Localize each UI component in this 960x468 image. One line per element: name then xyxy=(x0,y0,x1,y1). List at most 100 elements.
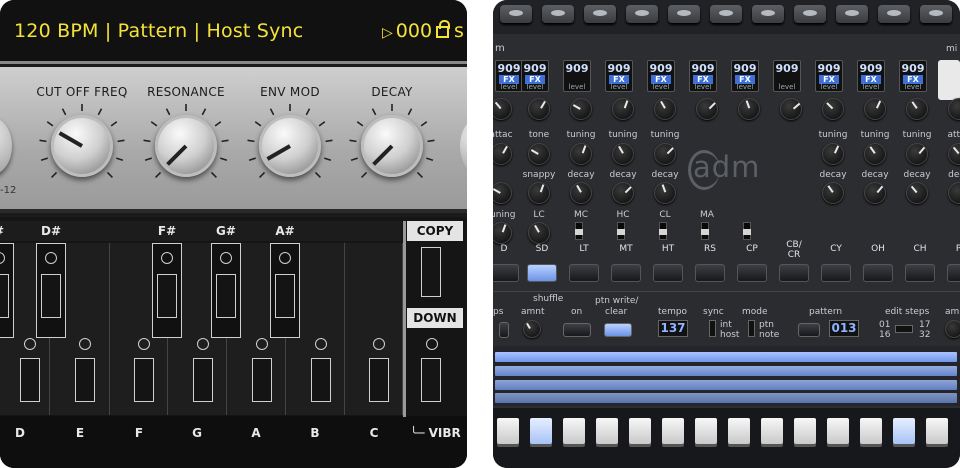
instrument-select-button[interactable] xyxy=(863,264,893,282)
drum-knob[interactable] xyxy=(493,222,512,244)
top-select-button[interactable] xyxy=(920,5,952,23)
ptn-clear-button[interactable] xyxy=(604,323,632,337)
instrument-select-button[interactable] xyxy=(527,264,557,282)
step-button[interactable] xyxy=(629,418,651,444)
instrument-select-button[interactable] xyxy=(821,264,851,282)
step-button[interactable] xyxy=(695,418,717,444)
key-slot[interactable] xyxy=(75,358,95,402)
instrument-select-button[interactable] xyxy=(947,264,960,282)
instrument-select-button[interactable] xyxy=(737,264,767,282)
tuning-fader[interactable] xyxy=(701,222,709,240)
drum-knob[interactable] xyxy=(906,98,928,120)
key-slot[interactable] xyxy=(251,358,272,402)
tuning-fader[interactable] xyxy=(617,222,625,240)
drum-knob[interactable] xyxy=(822,143,844,165)
drum-knob[interactable] xyxy=(528,222,550,244)
top-select-button[interactable] xyxy=(542,5,574,23)
drum-knob[interactable] xyxy=(822,98,844,120)
drum-knob[interactable] xyxy=(654,98,676,120)
drum-knob[interactable] xyxy=(528,98,550,120)
black-key[interactable] xyxy=(152,243,182,338)
copy-button[interactable]: COPY xyxy=(407,221,463,241)
knob[interactable] xyxy=(361,115,423,177)
drum-knob[interactable] xyxy=(570,98,592,120)
key-slot[interactable] xyxy=(134,358,154,402)
drum-knob[interactable] xyxy=(612,98,634,120)
drum-knob[interactable] xyxy=(738,98,760,120)
sync-switch[interactable] xyxy=(709,320,716,337)
step-button[interactable] xyxy=(530,418,552,444)
pattern-down-button[interactable] xyxy=(798,323,820,337)
lane-bar[interactable] xyxy=(495,380,957,390)
instrument-select-button[interactable] xyxy=(905,264,935,282)
lane-bar[interactable] xyxy=(495,352,957,362)
drum-knob[interactable] xyxy=(906,182,928,204)
drum-knob[interactable] xyxy=(528,182,550,204)
drum-knob[interactable] xyxy=(948,182,960,204)
drum-knob[interactable] xyxy=(906,143,928,165)
step-button[interactable] xyxy=(860,418,882,444)
knob[interactable] xyxy=(51,115,113,177)
drum-knob[interactable] xyxy=(570,143,592,165)
drum-knob[interactable] xyxy=(654,143,676,165)
play-icon[interactable]: ▷ xyxy=(382,25,393,41)
instrument-select-button[interactable] xyxy=(493,264,519,282)
step-button[interactable] xyxy=(827,418,849,444)
drum-knob[interactable] xyxy=(822,182,844,204)
drum-knob[interactable] xyxy=(948,143,960,165)
top-select-button[interactable] xyxy=(836,5,868,23)
copy-slot[interactable] xyxy=(421,247,441,297)
black-key[interactable] xyxy=(0,243,14,338)
drum-knob[interactable] xyxy=(612,143,634,165)
key-slot[interactable] xyxy=(310,358,331,402)
drum-knob[interactable] xyxy=(612,182,634,204)
tempo-display[interactable]: 137 xyxy=(658,320,688,337)
drum-knob[interactable] xyxy=(780,98,802,120)
top-select-button[interactable] xyxy=(710,5,742,23)
tuning-fader[interactable] xyxy=(743,222,751,240)
top-select-button[interactable] xyxy=(878,5,910,23)
top-select-button[interactable] xyxy=(752,5,784,23)
accent-knob[interactable] xyxy=(460,117,467,175)
step-button[interactable] xyxy=(761,418,783,444)
drum-knob[interactable] xyxy=(864,98,886,120)
step-button[interactable] xyxy=(563,418,585,444)
drum-knob[interactable] xyxy=(570,182,592,204)
knob[interactable] xyxy=(259,115,321,177)
lock-icon[interactable] xyxy=(436,20,451,38)
lane-bar[interactable] xyxy=(495,366,957,376)
drum-knob[interactable] xyxy=(864,143,886,165)
knob[interactable] xyxy=(155,115,217,177)
key-slot[interactable] xyxy=(369,358,389,402)
shuffle-amount-knob[interactable] xyxy=(523,320,541,338)
drum-knob[interactable] xyxy=(493,182,512,204)
shuffle-on-button[interactable] xyxy=(563,323,591,337)
black-key[interactable] xyxy=(211,243,241,338)
ps-toggle[interactable] xyxy=(499,322,509,338)
top-select-button[interactable] xyxy=(794,5,826,23)
drum-knob[interactable] xyxy=(528,143,550,165)
tuning-fader[interactable] xyxy=(659,222,667,240)
tuning-knob[interactable] xyxy=(0,117,12,175)
top-select-button[interactable] xyxy=(626,5,658,23)
drum-knob[interactable] xyxy=(654,182,676,204)
instrument-select-button[interactable] xyxy=(779,264,809,282)
drum-knob[interactable] xyxy=(493,143,512,165)
down-slot[interactable] xyxy=(421,358,441,402)
instrument-select-button[interactable] xyxy=(695,264,725,282)
step-button[interactable] xyxy=(497,418,519,444)
step-button[interactable] xyxy=(728,418,750,444)
mode-switch[interactable] xyxy=(748,320,755,337)
key-slot[interactable] xyxy=(192,358,213,402)
edit-steps-switch[interactable] xyxy=(895,325,913,333)
step-button[interactable] xyxy=(794,418,816,444)
lane-bar[interactable] xyxy=(495,393,957,403)
pattern-display[interactable]: 013 xyxy=(829,320,859,337)
top-select-button[interactable] xyxy=(668,5,700,23)
drum-knob[interactable] xyxy=(493,98,512,120)
tuning-fader[interactable] xyxy=(575,222,583,240)
step-button[interactable] xyxy=(926,418,948,444)
step-button[interactable] xyxy=(893,418,915,444)
step-button[interactable] xyxy=(662,418,684,444)
drum-knob[interactable] xyxy=(864,182,886,204)
